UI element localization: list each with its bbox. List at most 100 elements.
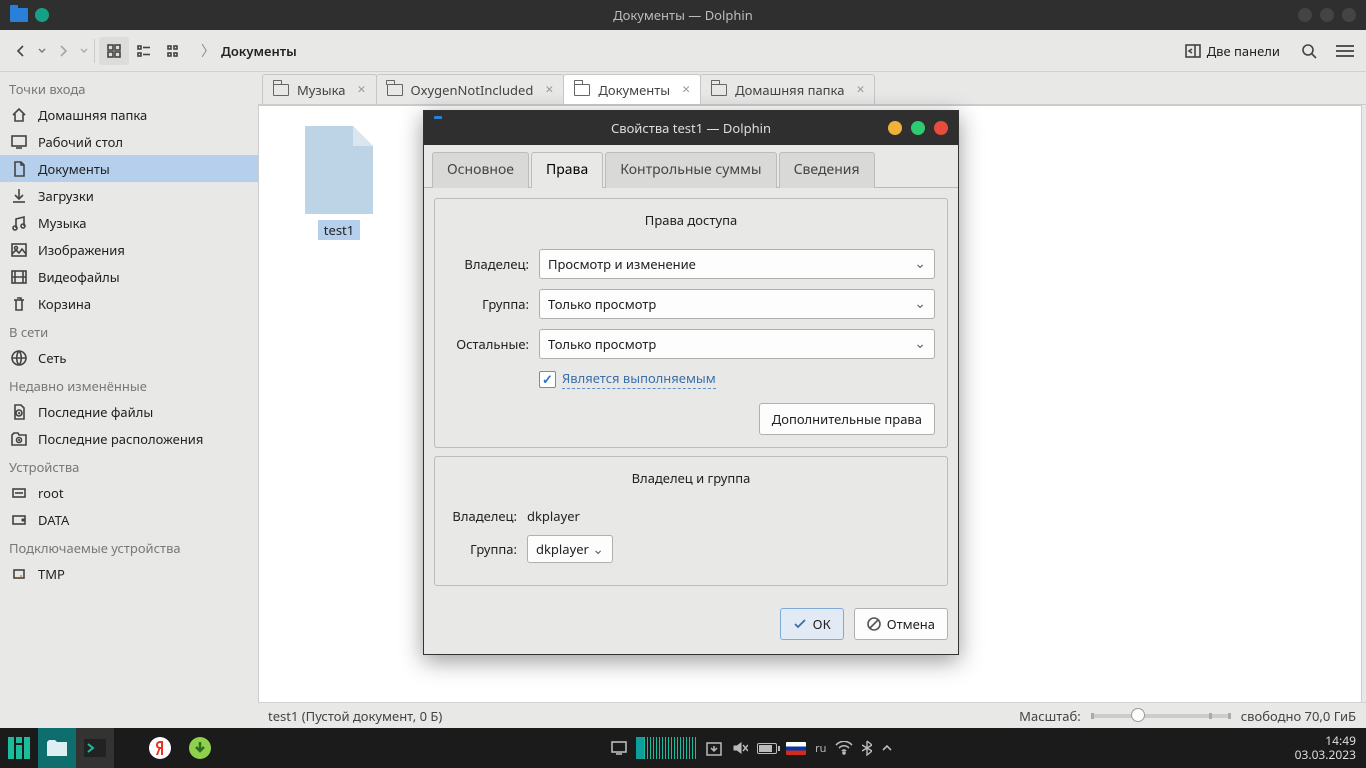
cancel-button[interactable]: Отмена bbox=[854, 608, 948, 640]
dialog-tab-general[interactable]: Основное bbox=[432, 152, 529, 188]
sidebar-item-data[interactable]: DATA bbox=[0, 506, 258, 533]
window-max-button[interactable] bbox=[911, 121, 925, 135]
sidebar-item-images[interactable]: Изображения bbox=[0, 236, 258, 263]
chevron-up-icon[interactable] bbox=[881, 741, 893, 755]
clock[interactable]: 14:49 03.03.2023 bbox=[1285, 731, 1366, 765]
free-space: свободно 70,0 ГиБ bbox=[1241, 707, 1356, 725]
disk-icon bbox=[10, 511, 28, 529]
keyboard-layout-flag[interactable] bbox=[786, 742, 806, 755]
window-min-button[interactable] bbox=[1298, 8, 1312, 22]
others-perms-select[interactable]: Только просмотр bbox=[539, 329, 935, 359]
sidebar-item-root[interactable]: root bbox=[0, 479, 258, 506]
folder-icon bbox=[273, 84, 289, 96]
zoom-label: Масштаб: bbox=[1019, 707, 1081, 725]
clock-date: 03.03.2023 bbox=[1295, 748, 1356, 762]
tab-oxygen[interactable]: OxygenNotIncluded× bbox=[376, 74, 565, 104]
sidebar-item-trash[interactable]: Корзина bbox=[0, 290, 258, 317]
netgraph-tray-icon[interactable] bbox=[636, 737, 696, 759]
owner-user-label: Владелец: bbox=[447, 507, 517, 525]
tab-close-button[interactable]: × bbox=[682, 80, 690, 99]
tab-close-button[interactable]: × bbox=[545, 80, 553, 99]
group-perms-select[interactable]: Только просмотр bbox=[539, 289, 935, 319]
executable-label[interactable]: Является выполняемым bbox=[562, 369, 716, 389]
download-icon bbox=[188, 736, 212, 760]
sidebar: Точки входа Домашняя папка Рабочий стол … bbox=[0, 72, 258, 728]
pin-icon[interactable] bbox=[35, 8, 49, 22]
recent-files-icon bbox=[10, 403, 28, 421]
bluetooth-tray-icon[interactable] bbox=[862, 740, 872, 756]
owner-group-select[interactable]: dkplayer bbox=[527, 535, 613, 563]
tab-music[interactable]: Музыка× bbox=[262, 74, 377, 104]
owner-label: Владелец: bbox=[447, 255, 529, 273]
sidebar-item-tmp[interactable]: TMP bbox=[0, 560, 258, 587]
taskbar: ru 14:49 03.03.2023 bbox=[0, 728, 1366, 768]
wifi-tray-icon[interactable] bbox=[835, 741, 853, 755]
window-max-button[interactable] bbox=[1320, 8, 1334, 22]
disk-icon bbox=[10, 484, 28, 502]
folder-icon bbox=[574, 84, 590, 96]
ok-button[interactable]: ОК bbox=[780, 608, 844, 640]
task-dolphin[interactable] bbox=[38, 728, 76, 768]
sidebar-section-places: Точки входа bbox=[0, 74, 258, 101]
dialog-tab-perms[interactable]: Права bbox=[531, 152, 603, 188]
dialog-tab-details[interactable]: Сведения bbox=[779, 152, 875, 188]
sidebar-section-devices: Устройства bbox=[0, 452, 258, 479]
desktop-tray-icon[interactable] bbox=[611, 740, 627, 756]
documents-icon bbox=[10, 160, 28, 178]
dialog-titlebar[interactable]: Свойства test1 — Dolphin bbox=[424, 111, 958, 145]
sidebar-section-recent: Недавно изменённые bbox=[0, 371, 258, 398]
sidebar-item-videos[interactable]: Видеофайлы bbox=[0, 263, 258, 290]
sidebar-item-music[interactable]: Музыка bbox=[0, 209, 258, 236]
sidebar-item-downloads[interactable]: Загрузки bbox=[0, 182, 258, 209]
zoom-slider[interactable] bbox=[1091, 714, 1231, 718]
owner-group-label: Группа: bbox=[447, 540, 517, 558]
task-yandex[interactable] bbox=[140, 728, 180, 768]
tab-documents[interactable]: Документы× bbox=[563, 74, 701, 104]
file-item-test1[interactable]: test1 bbox=[299, 126, 379, 240]
tab-close-button[interactable]: × bbox=[358, 80, 366, 99]
nav-forward-button[interactable] bbox=[48, 37, 78, 65]
owner-header: Владелец и группа bbox=[447, 469, 935, 487]
tab-bar: Музыка× OxygenNotIncluded× Документы× До… bbox=[258, 72, 1366, 105]
volume-muted-icon[interactable] bbox=[732, 740, 748, 756]
keyboard-layout-label[interactable]: ru bbox=[815, 741, 826, 756]
owner-perms-select[interactable]: Просмотр и изменение bbox=[539, 249, 935, 279]
sidebar-item-documents[interactable]: Документы bbox=[0, 155, 258, 182]
advanced-perms-button[interactable]: Дополнительные права bbox=[759, 403, 935, 435]
view-compact-button[interactable] bbox=[159, 37, 189, 65]
dialog-tab-checksums[interactable]: Контрольные суммы bbox=[605, 152, 776, 188]
view-icons-button[interactable] bbox=[99, 37, 129, 65]
tab-home[interactable]: Домашняя папка× bbox=[700, 74, 875, 104]
task-terminal[interactable] bbox=[76, 728, 114, 768]
desktop-icon bbox=[10, 133, 28, 151]
properties-dialog: Свойства test1 — Dolphin Основное Права … bbox=[423, 110, 959, 655]
sidebar-item-home[interactable]: Домашняя папка bbox=[0, 101, 258, 128]
task-downloader[interactable] bbox=[180, 728, 220, 768]
view-details-button[interactable] bbox=[129, 37, 159, 65]
start-menu-button[interactable] bbox=[0, 728, 38, 768]
nav-forward-history[interactable] bbox=[78, 37, 90, 65]
file-icon bbox=[305, 126, 373, 214]
nav-back-history[interactable] bbox=[36, 37, 48, 65]
tab-close-button[interactable]: × bbox=[856, 80, 864, 99]
search-button[interactable] bbox=[1294, 37, 1324, 65]
sidebar-item-recent-files[interactable]: Последние файлы bbox=[0, 398, 258, 425]
sidebar-item-desktop[interactable]: Рабочий стол bbox=[0, 128, 258, 155]
sidebar-item-recent-places[interactable]: Последние расположения bbox=[0, 425, 258, 452]
folder-icon bbox=[387, 84, 403, 96]
owner-user-value: dkplayer bbox=[527, 507, 580, 525]
hamburger-menu-button[interactable] bbox=[1330, 37, 1360, 65]
window-close-button[interactable] bbox=[934, 121, 948, 135]
dialog-tabs: Основное Права Контрольные суммы Сведени… bbox=[424, 145, 958, 188]
updates-tray-icon[interactable] bbox=[705, 739, 723, 757]
battery-tray-icon[interactable] bbox=[757, 743, 777, 754]
sidebar-section-network: В сети bbox=[0, 317, 258, 344]
window-close-button[interactable] bbox=[1342, 8, 1356, 22]
window-min-button[interactable] bbox=[888, 121, 902, 135]
breadcrumb-current[interactable]: Документы bbox=[221, 42, 297, 60]
toolbar: 〉 Документы Две панели bbox=[0, 30, 1366, 72]
executable-checkbox[interactable]: ✓ bbox=[539, 371, 556, 388]
sidebar-item-network[interactable]: Сеть bbox=[0, 344, 258, 371]
nav-back-button[interactable] bbox=[6, 37, 36, 65]
split-panels-button[interactable]: Две панели bbox=[1177, 38, 1288, 64]
